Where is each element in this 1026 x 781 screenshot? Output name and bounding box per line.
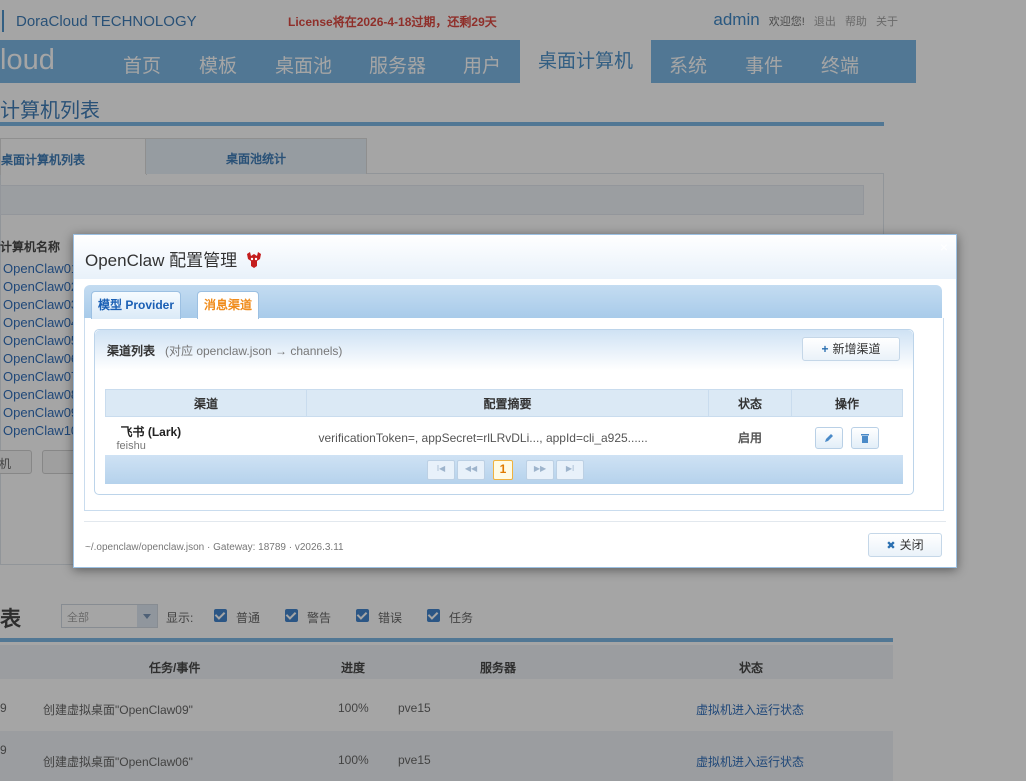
close-icon[interactable]: × [940,239,948,255]
openclaw-config-dialog: OpenClaw 配置管理 × 模型 Provider 消息渠道 渠道列表 (对… [73,234,957,568]
channel-list-box: 渠道列表 (对应 openclaw.json → channels) + 新增渠道… [94,329,914,495]
channel-code: feishu [116,440,146,452]
edit-button[interactable] [815,426,844,449]
dialog-header: OpenClaw 配置管理 × [74,235,956,279]
delete-button[interactable] [850,426,879,449]
channel-list-subtitle: (对应 openclaw.json → channels) [165,344,343,358]
close-dialog-button[interactable]: ✖ 关闭 [868,533,942,557]
channel-summary: verificationToken=, appSecret=rlLRvDLi..… [306,416,709,459]
page-prev-button[interactable]: ◀◀ [457,460,485,480]
col-actions: 操作 [791,389,903,417]
tab-message-channels[interactable]: 消息渠道 [197,291,260,319]
page-first-button[interactable]: I◀ [427,460,455,480]
channel-list-header: 渠道列表 (对应 openclaw.json → channels) + 新增渠道 [95,330,913,370]
col-status: 状态 [708,389,792,417]
dialog-title: OpenClaw 配置管理 [85,246,263,271]
page-prev-icon: ◀◀ [464,464,478,473]
plus-icon: + [821,342,829,356]
channel-actions [791,416,903,459]
close-x-icon: ✖ [886,540,896,552]
channel-name: 飞书 (Lark) [120,425,182,439]
trash-icon [860,433,869,443]
dialog-divider [84,521,946,522]
page-next-button[interactable]: ▶▶ [526,460,554,480]
channel-list-title: 渠道列表 [107,344,156,358]
pencil-icon [825,433,834,442]
channel-status: 启用 [708,416,792,459]
tab-model-provider[interactable]: 模型 Provider [91,291,182,319]
page-last-button[interactable]: ▶I [556,460,584,480]
col-summary: 配置摘要 [306,389,709,417]
add-channel-label: 新增渠道 [832,342,881,356]
channel-table: 渠道 配置摘要 状态 操作 飞书 (Lark) feishu verificat… [105,389,903,459]
add-channel-button[interactable]: + 新增渠道 [802,337,900,361]
page-next-icon: ▶▶ [533,464,547,473]
channel-cell: 飞书 (Lark) feishu [105,416,307,459]
page-last-icon: ▶I [565,464,575,473]
dialog-title-text: OpenClaw 配置管理 [85,251,238,270]
page-current-label: 1 [499,462,507,476]
table-row: 飞书 (Lark) feishu verificationToken=, app… [105,416,903,459]
claw-icon [246,252,261,268]
close-dialog-label: 关闭 [899,538,924,552]
page-first-icon: I◀ [436,464,446,473]
config-path-info: ~/.openclaw/openclaw.json · Gateway: 187… [85,542,344,553]
dialog-tabbar: 模型 Provider 消息渠道 [84,285,942,319]
pagination-bar: I◀ ◀◀ 1 ▶▶ ▶I [105,455,903,484]
col-channel: 渠道 [105,389,307,417]
page-current[interactable]: 1 [493,460,513,480]
